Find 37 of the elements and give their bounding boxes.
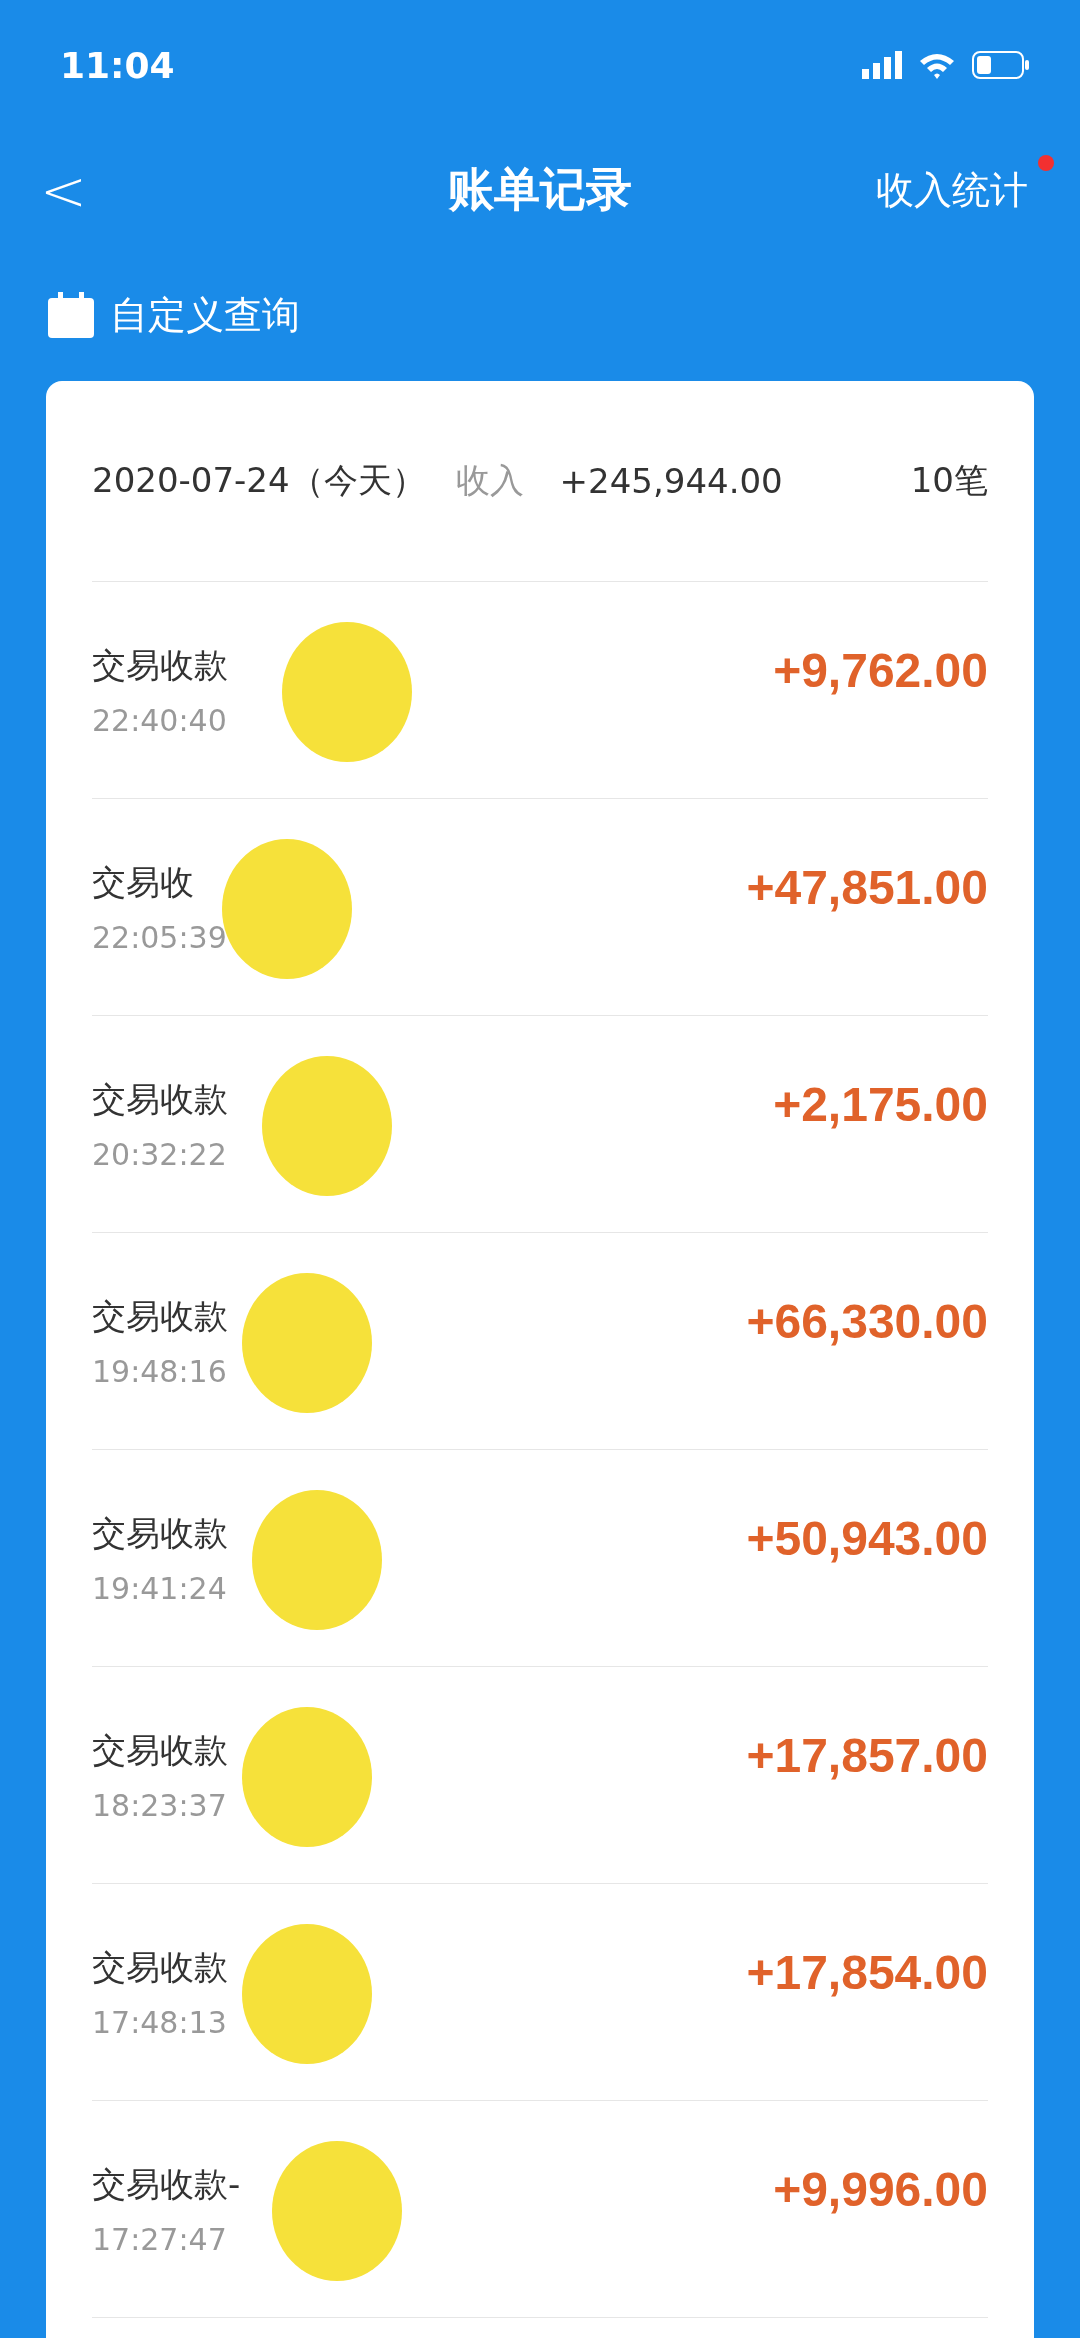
custom-query-link[interactable]: 自定义查询	[110, 290, 300, 341]
record-title: 交易收款	[92, 1945, 228, 1989]
signal-icon	[862, 51, 902, 79]
record-amount: +9,762.00	[773, 642, 988, 698]
record-time: 17:27:47	[92, 2221, 228, 2257]
record-title: 交易收款	[92, 1294, 228, 1338]
record-amount: +2,175.00	[773, 1076, 988, 1132]
record-amount: +47,851.00	[746, 859, 988, 915]
record-title: 交易收款	[92, 643, 228, 687]
record-time: 22:40:40	[92, 702, 228, 738]
record-time: 18:23:37	[92, 1787, 228, 1823]
summary-date: 2020-07-24（今天）	[92, 459, 426, 502]
record-title: 交易收	[92, 860, 195, 904]
record-time: 19:41:24	[92, 1570, 228, 1606]
record-amount: +17,857.00	[746, 1727, 988, 1783]
income-stats-link[interactable]: 收入统计	[876, 167, 1034, 212]
record-title: 交易收款	[92, 1077, 228, 1121]
wifi-icon	[918, 51, 956, 79]
record-amount: +9,996.00	[773, 2161, 988, 2217]
page-title: 账单记录	[448, 162, 632, 216]
record-title: 交易收款-	[92, 2162, 241, 2206]
summary-total: +245,944.00	[559, 461, 783, 501]
record-title: 交易收款	[92, 1728, 228, 1772]
record-title: 交易收款	[92, 1511, 228, 1555]
record-amount: +66,330.00	[746, 1293, 988, 1349]
record-time: 19:48:16	[92, 1353, 228, 1389]
record-time: 17:48:13	[92, 2004, 228, 2040]
status-time: 11:04	[60, 44, 175, 86]
back-button[interactable]: <	[40, 157, 87, 223]
summary-count: 10笔	[910, 459, 988, 502]
summary-type: 收入	[455, 459, 524, 502]
battery-icon	[972, 51, 1030, 79]
calendar-icon[interactable]	[46, 291, 96, 340]
record-time: 22:05:39	[92, 919, 227, 955]
record-amount: +17,854.00	[746, 1944, 988, 2000]
record-time: 20:32:22	[92, 1136, 228, 1172]
record-amount: +50,943.00	[746, 1510, 988, 1566]
